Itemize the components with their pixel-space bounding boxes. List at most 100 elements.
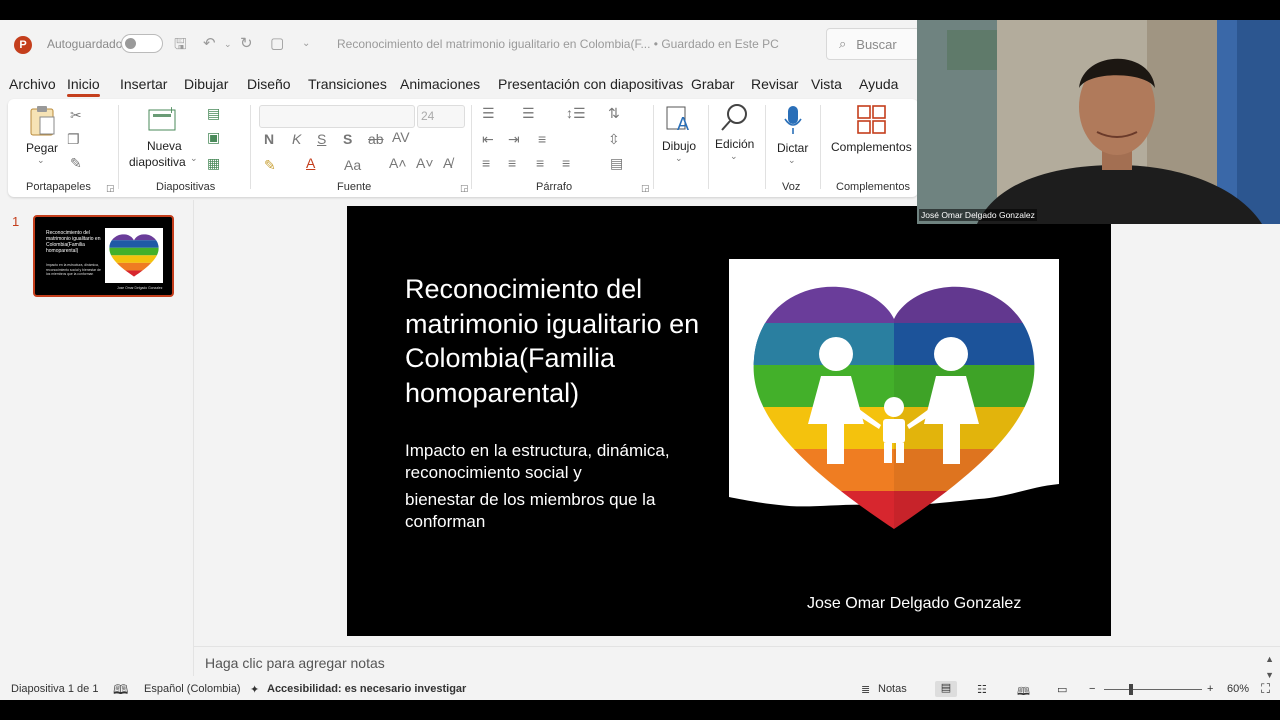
line-spacing-icon[interactable]: ↕☰: [566, 105, 586, 122]
tab-ayuda[interactable]: Ayuda: [859, 76, 898, 92]
search-box[interactable]: ⌕ Buscar: [826, 28, 920, 60]
slide-canvas[interactable]: Reconocimiento del matrimonio igualitari…: [347, 206, 1111, 636]
zoom-level[interactable]: 60%: [1227, 683, 1249, 695]
tab-transiciones[interactable]: Transiciones: [308, 76, 387, 92]
shrink-font-icon[interactable]: A˅: [416, 155, 434, 171]
slideshow-icon[interactable]: ▭: [1057, 683, 1067, 696]
pane-divider[interactable]: [193, 200, 194, 676]
slide-title[interactable]: Reconocimiento del matrimonio igualitari…: [405, 272, 715, 410]
tab-presentacion[interactable]: Presentación con diapositivas: [498, 76, 683, 92]
notes-scrollbar[interactable]: ▲ ▼: [1265, 651, 1274, 683]
drawing-icon[interactable]: A: [665, 104, 695, 134]
tab-inicio[interactable]: Inicio: [67, 76, 100, 97]
italic-icon[interactable]: K: [292, 131, 301, 147]
addins-label[interactable]: Complementos: [831, 140, 912, 154]
notes-pane[interactable]: Haga clic para agregar notas ▲ ▼: [194, 646, 1280, 680]
new-slide-icon[interactable]: +: [148, 105, 178, 133]
tab-dibujar[interactable]: Dibujar: [184, 76, 228, 92]
strikethrough-icon[interactable]: ab: [368, 131, 384, 147]
rainbow-family-heart-image[interactable]: [729, 259, 1059, 559]
decrease-indent-icon[interactable]: ⇤: [482, 131, 494, 148]
notes-icon[interactable]: ≣: [861, 683, 870, 696]
customize-qat-icon[interactable]: ⌄: [302, 38, 310, 49]
font-color-icon[interactable]: A: [306, 155, 315, 171]
highlight-icon[interactable]: ✎: [264, 157, 276, 174]
notes-button[interactable]: Notas: [878, 683, 907, 695]
slide-thumbnail[interactable]: Reconocimiento del matrimonio igualitari…: [33, 215, 174, 297]
paste-icon[interactable]: [28, 105, 58, 137]
change-case-icon[interactable]: Aa: [344, 157, 361, 173]
font-size-dropdown[interactable]: 24: [417, 105, 465, 128]
align-text-icon[interactable]: ⇳: [608, 131, 620, 148]
smartart-icon[interactable]: ▤: [610, 155, 623, 172]
clear-formatting-icon[interactable]: A̸: [443, 155, 452, 171]
shadow-icon[interactable]: S: [343, 131, 352, 147]
accessibility-icon[interactable]: ✦: [250, 683, 259, 696]
zoom-out-icon[interactable]: −: [1089, 683, 1095, 695]
addins-icon[interactable]: [857, 105, 887, 135]
slide-author[interactable]: Jose Omar Delgado Gonzalez: [807, 595, 1021, 613]
font-name-dropdown[interactable]: [259, 105, 415, 128]
new-slide-dropdown-icon[interactable]: ⌄: [190, 153, 198, 164]
editing-dropdown-icon[interactable]: ⌄: [730, 151, 738, 162]
scroll-up-icon[interactable]: ▲: [1265, 651, 1274, 667]
tab-vista[interactable]: Vista: [811, 76, 842, 92]
editing-search-icon[interactable]: [720, 103, 750, 133]
notes-placeholder[interactable]: Haga clic para agregar notas: [205, 655, 385, 671]
underline-icon[interactable]: S: [317, 131, 326, 147]
dictate-label[interactable]: Dictar: [777, 141, 808, 155]
normal-view-icon[interactable]: ▤: [935, 681, 957, 697]
dictate-dropdown-icon[interactable]: ⌄: [788, 155, 796, 166]
copy-icon[interactable]: ❐: [67, 131, 80, 148]
new-slide-label-1[interactable]: Nueva: [147, 139, 182, 153]
bold-icon[interactable]: N: [264, 131, 274, 147]
save-icon[interactable]: 🖫: [174, 34, 187, 59]
zoom-in-icon[interactable]: +: [1207, 683, 1213, 695]
increase-indent-icon[interactable]: ⇥: [508, 131, 520, 148]
tab-grabar[interactable]: Grabar: [691, 76, 735, 92]
fit-to-window-icon[interactable]: ⛶: [1261, 681, 1270, 697]
paste-label[interactable]: Pegar: [26, 141, 58, 155]
align-right-icon[interactable]: ≡: [536, 155, 544, 171]
section-icon[interactable]: ▦: [207, 155, 220, 172]
align-left-icon[interactable]: ≡: [482, 155, 490, 171]
tab-insertar[interactable]: Insertar: [120, 76, 167, 92]
undo-icon[interactable]: ↶: [203, 34, 216, 52]
paragraph-launcher-icon[interactable]: ◲: [641, 183, 650, 194]
paste-dropdown-icon[interactable]: ⌄: [37, 155, 45, 166]
microphone-icon[interactable]: [783, 105, 803, 135]
align-center-icon[interactable]: ≡: [508, 155, 516, 171]
document-title[interactable]: Reconocimiento del matrimonio igualitari…: [337, 37, 779, 51]
tab-archivo[interactable]: Archivo: [9, 76, 56, 92]
justify-icon[interactable]: ≡: [562, 155, 570, 171]
font-launcher-icon[interactable]: ◲: [460, 183, 469, 194]
drawing-dropdown-icon[interactable]: ⌄: [675, 153, 683, 164]
tab-animaciones[interactable]: Animaciones: [400, 76, 480, 92]
start-presentation-icon[interactable]: ▢: [270, 34, 284, 52]
reset-icon[interactable]: ▣: [207, 129, 220, 146]
accessibility-status[interactable]: Accesibilidad: es necesario investigar: [267, 683, 466, 695]
drawing-label[interactable]: Dibujo: [662, 139, 696, 153]
columns-icon[interactable]: ≡: [538, 131, 546, 147]
cut-icon[interactable]: ✂: [70, 107, 82, 124]
zoom-slider-thumb[interactable]: [1129, 684, 1133, 695]
format-painter-icon[interactable]: ✎: [70, 155, 82, 172]
numbering-icon[interactable]: ☰: [522, 105, 535, 122]
new-slide-label-2[interactable]: diapositiva: [129, 155, 186, 169]
tab-revisar[interactable]: Revisar: [751, 76, 798, 92]
bullets-icon[interactable]: ☰: [482, 105, 495, 122]
undo-dropdown-icon[interactable]: ⌄: [224, 39, 232, 50]
grow-font-icon[interactable]: A˄: [389, 155, 407, 171]
layout-icon[interactable]: ▤: [207, 105, 220, 122]
language-indicator[interactable]: Español (Colombia): [144, 683, 241, 695]
redo-icon[interactable]: ↻: [240, 34, 253, 52]
slide-subtitle[interactable]: Impacto en la estructura, dinámica, reco…: [405, 440, 705, 532]
clipboard-launcher-icon[interactable]: ◲: [106, 183, 115, 194]
tab-diseno[interactable]: Diseño: [247, 76, 291, 92]
text-direction-icon[interactable]: ⇅: [608, 105, 620, 122]
char-spacing-icon[interactable]: AV: [392, 129, 410, 145]
autosave-toggle[interactable]: [121, 34, 163, 53]
slide-sorter-icon[interactable]: ☷: [977, 683, 987, 696]
editing-label[interactable]: Edición: [715, 137, 754, 151]
zoom-slider-track[interactable]: [1104, 689, 1202, 690]
